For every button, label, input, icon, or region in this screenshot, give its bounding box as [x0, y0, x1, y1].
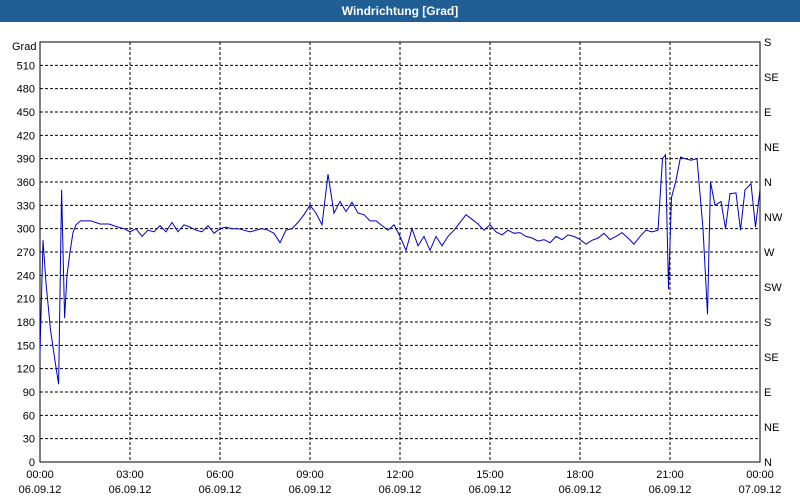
- x-tick-time: 06:00: [206, 469, 234, 481]
- y-tick-label: 240: [17, 270, 35, 282]
- compass-tick-label: NE: [764, 422, 779, 434]
- x-tick-labels: 00:00 06.09.12 03:00 06.09.12 06:00 06.09.12 0…: [19, 469, 782, 496]
- compass-tick-label: SE: [764, 72, 779, 84]
- y-tick-label: 510: [17, 60, 35, 72]
- x-tick-date: 06.09.12: [379, 484, 422, 496]
- compass-tick-label: N: [764, 177, 772, 189]
- y-tick-label: 90: [23, 387, 35, 399]
- x-tick-time: 03:00: [116, 469, 144, 481]
- x-tick-date: 06.09.12: [109, 484, 152, 496]
- chart-title: Windrichtung [Grad]: [0, 0, 800, 22]
- compass-tick-labels: N NE E SE S SW W NW N NE E SE S: [764, 37, 783, 469]
- y-tick-label: 120: [17, 364, 35, 376]
- grid-lines: [40, 42, 760, 463]
- y-tick-label: 60: [23, 410, 35, 422]
- y-tick-label: 390: [17, 154, 35, 166]
- x-tick-time: 21:00: [656, 469, 684, 481]
- y-tick-label: 450: [17, 107, 35, 119]
- x-tick-time: 15:00: [476, 469, 504, 481]
- x-tick-time: 00:00: [26, 469, 54, 481]
- x-tick-time: 12:00: [386, 469, 414, 481]
- y-tick-label: 150: [17, 340, 35, 352]
- compass-tick-label: NE: [764, 142, 779, 154]
- x-tick-date: 06.09.12: [289, 484, 332, 496]
- x-tick-date: 06.09.12: [199, 484, 242, 496]
- x-tick-time: 00:00: [746, 469, 774, 481]
- x-tick-date: 07.09.12: [739, 484, 782, 496]
- y-tick-label: 0: [29, 457, 35, 469]
- y-tick-label: 330: [17, 200, 35, 212]
- compass-tick-label: SE: [764, 352, 779, 364]
- compass-tick-label: E: [764, 387, 771, 399]
- wind-direction-chart: Grad 0 30 60 90 120 150 180 210 240 270 300 330 360 3…: [12, 37, 783, 496]
- y-tick-label: 270: [17, 247, 35, 259]
- compass-tick-label: S: [764, 37, 771, 49]
- y-tick-label: 480: [17, 84, 35, 96]
- x-tick-time: 18:00: [566, 469, 594, 481]
- x-tick-date: 06.09.12: [19, 484, 62, 496]
- compass-tick-label: SW: [764, 282, 782, 294]
- compass-tick-label: NW: [764, 212, 783, 224]
- y-tick-label: 360: [17, 177, 35, 189]
- x-tick-date: 06.09.12: [649, 484, 692, 496]
- y-tick-labels: 0 30 60 90 120 150 180 210 240 270 300 330 360 390 420…: [17, 60, 35, 469]
- compass-tick-label: N: [764, 457, 772, 469]
- y-tick-label: 300: [17, 224, 35, 236]
- y-tick-label: 420: [17, 130, 35, 142]
- x-tick-date: 06.09.12: [559, 484, 602, 496]
- y-axis-label: Grad: [12, 41, 36, 53]
- compass-tick-label: S: [764, 317, 771, 329]
- x-tick-date: 06.09.12: [469, 484, 512, 496]
- y-tick-label: 180: [17, 317, 35, 329]
- y-tick-label: 210: [17, 294, 35, 306]
- compass-tick-label: W: [764, 247, 775, 259]
- compass-tick-label: E: [764, 107, 771, 119]
- x-tick-time: 09:00: [296, 469, 324, 481]
- y-tick-label: 30: [23, 434, 35, 446]
